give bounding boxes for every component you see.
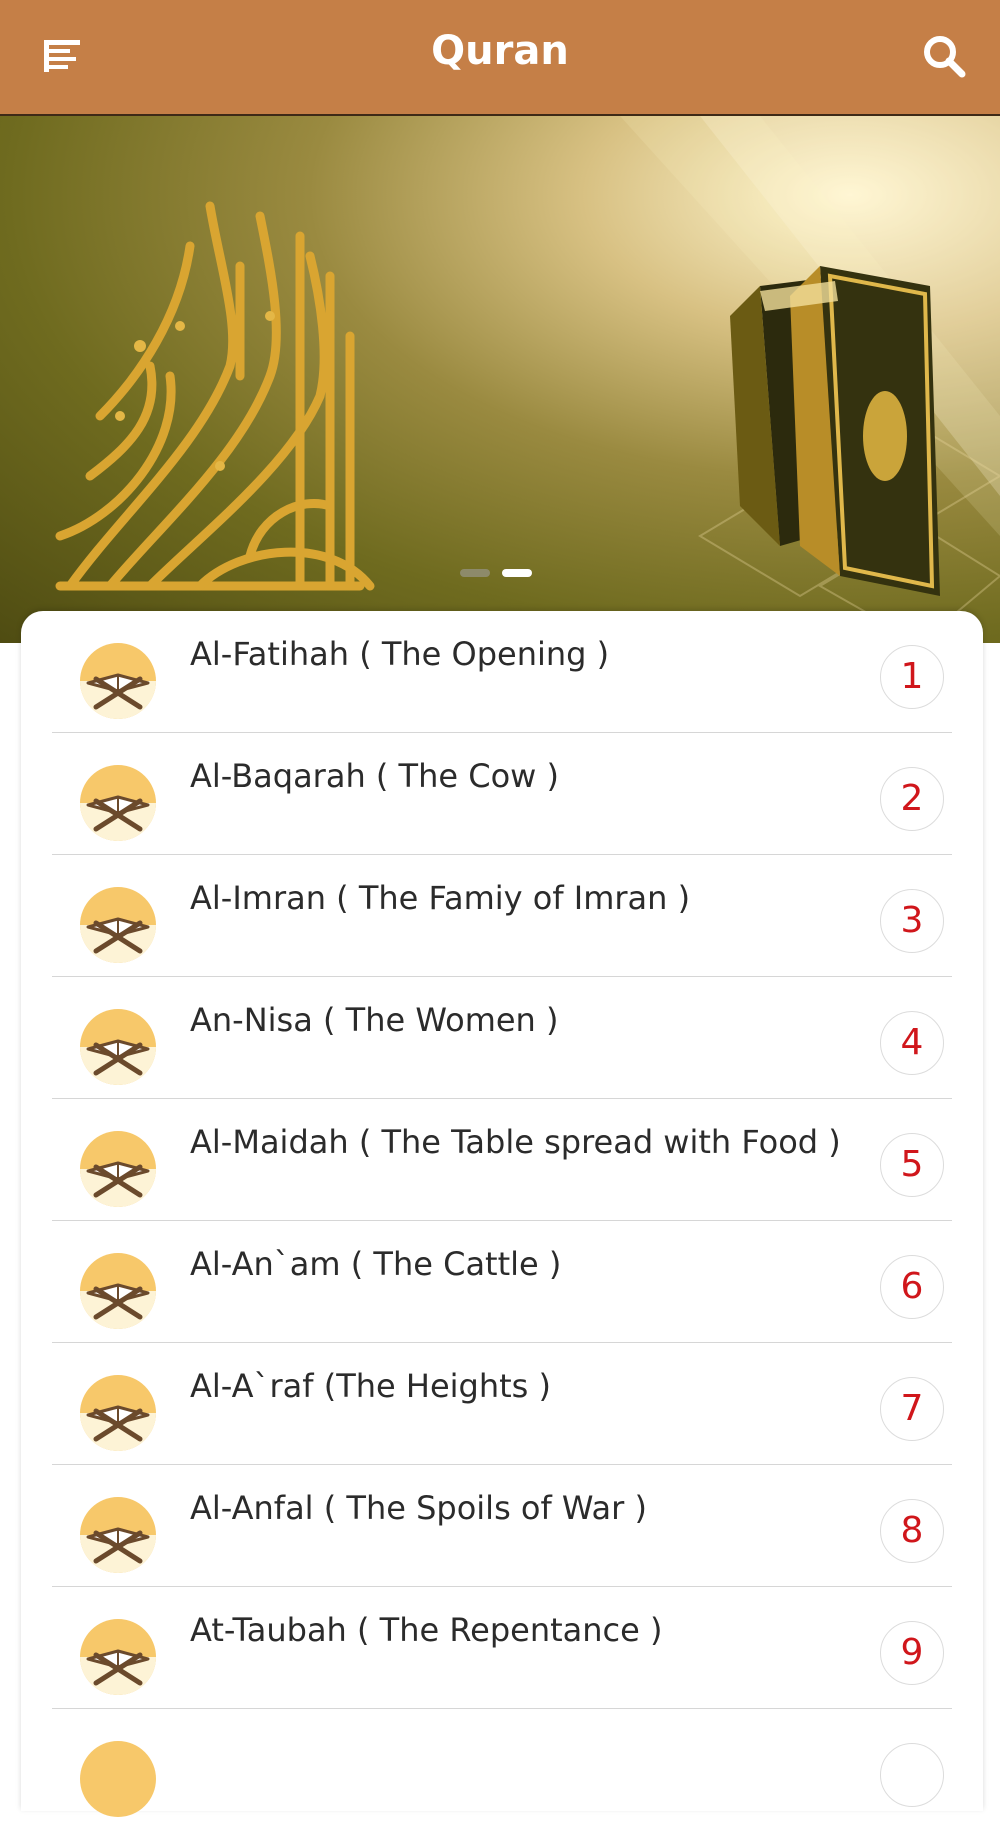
surah-number-badge: 8	[880, 1499, 944, 1563]
quran-stand-icon	[80, 1375, 156, 1451]
quran-stand-icon	[80, 1131, 156, 1207]
app-bar: Quran	[0, 0, 1000, 116]
surah-number-badge: 6	[880, 1255, 944, 1319]
banner-image	[55, 116, 1000, 643]
quran-stand-icon	[80, 1619, 156, 1695]
carousel-indicator	[460, 569, 532, 577]
list-item[interactable]: At-Taubah ( The Repentance ) 9	[52, 1587, 952, 1709]
list-item[interactable]: Al-Fatihah ( The Opening ) 1	[52, 611, 952, 733]
list-item[interactable]: Al-Maidah ( The Table spread with Food )…	[52, 1099, 952, 1221]
list-item[interactable]: An-Nisa ( The Women ) 4	[52, 977, 952, 1099]
page-title: Quran	[431, 28, 569, 74]
surah-number-badge: 7	[880, 1377, 944, 1441]
surah-number-badge: 4	[880, 1011, 944, 1075]
search-button[interactable]	[916, 28, 972, 84]
quran-stand-icon	[80, 765, 156, 841]
surah-name: Al-Baqarah ( The Cow )	[190, 757, 559, 795]
surah-name: Al-An`am ( The Cattle )	[190, 1245, 562, 1283]
surah-number-badge: 5	[880, 1133, 944, 1197]
list-item[interactable]: Al-A`raf (The Heights ) 7	[52, 1343, 952, 1465]
surah-list: Al-Fatihah ( The Opening ) 1 Al-Baqarah …	[21, 611, 983, 1817]
surah-name: Al-Fatihah ( The Opening )	[190, 635, 610, 673]
surah-number-badge: 3	[880, 889, 944, 953]
surah-name: At-Taubah ( The Repentance )	[190, 1611, 663, 1649]
surah-name: Al-Maidah ( The Table spread with Food )	[190, 1123, 841, 1161]
search-icon	[924, 36, 966, 78]
list-item[interactable]	[52, 1709, 952, 1831]
surah-name: Al-Imran ( The Famiy of Imran )	[190, 879, 691, 917]
carousel-dot-2[interactable]	[502, 569, 532, 577]
quran-stand-icon	[80, 1741, 156, 1817]
list-item[interactable]: Al-Anfal ( The Spoils of War ) 8	[52, 1465, 952, 1587]
quran-stand-icon	[80, 1253, 156, 1329]
carousel-dot-1[interactable]	[460, 569, 490, 577]
surah-number-badge: 1	[880, 645, 944, 709]
list-item[interactable]: Al-Baqarah ( The Cow ) 2	[52, 733, 952, 855]
surah-number-badge	[880, 1743, 944, 1807]
quran-stand-icon	[80, 1009, 156, 1085]
list-item[interactable]: Al-An`am ( The Cattle ) 6	[52, 1221, 952, 1343]
surah-name: Al-Anfal ( The Spoils of War )	[190, 1489, 647, 1527]
quran-stand-icon	[80, 643, 156, 719]
quran-stand-icon	[80, 887, 156, 963]
calligraphy-icon	[55, 201, 375, 591]
banner-carousel[interactable]	[0, 116, 1000, 643]
list-item[interactable]: Al-Imran ( The Famiy of Imran ) 3	[52, 855, 952, 977]
quran-stand-icon	[80, 1497, 156, 1573]
surah-number-badge: 2	[880, 767, 944, 831]
quran-book-icon	[730, 266, 940, 596]
surah-name: Al-A`raf (The Heights )	[190, 1367, 551, 1405]
surah-name: An-Nisa ( The Women )	[190, 1001, 559, 1039]
surah-number-badge: 9	[880, 1621, 944, 1685]
